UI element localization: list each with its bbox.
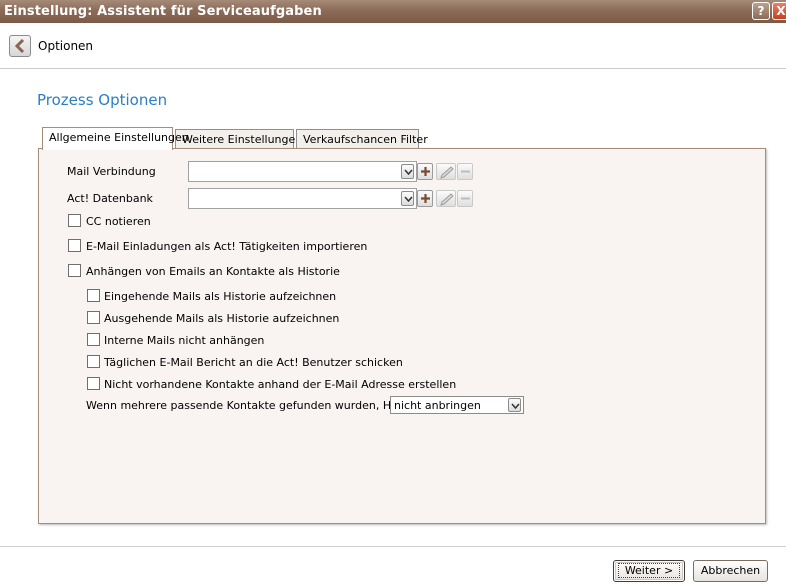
header-bar: Optionen	[0, 23, 786, 69]
mail-connection-combo[interactable]	[188, 161, 417, 182]
minus-icon	[461, 197, 470, 200]
back-button[interactable]	[9, 35, 31, 57]
title-bar: Einstellung: Assistent für Serviceaufgab…	[0, 0, 786, 23]
history-dropdown[interactable]	[508, 398, 521, 412]
database-dropdown[interactable]	[401, 191, 414, 206]
footer-bar: Weiter > Abbrechen	[0, 546, 786, 584]
incoming-mails-label: Eingehende Mails als Historie aufzeichne…	[104, 290, 337, 303]
cc-notieren-label: CC notieren	[86, 215, 151, 228]
daily-report-checkbox[interactable]	[87, 355, 100, 368]
database-combo[interactable]	[188, 188, 417, 209]
database-edit-button[interactable]	[436, 190, 456, 207]
plus-icon	[421, 167, 430, 176]
mail-connection-dropdown[interactable]	[401, 164, 414, 179]
database-remove-button[interactable]	[457, 190, 473, 207]
pencil-icon	[440, 166, 454, 179]
import-invitations-checkbox[interactable]	[68, 239, 81, 252]
outgoing-mails-label: Ausgehende Mails als Historie aufzeichne…	[104, 312, 340, 325]
create-contacts-label: Nicht vorhandene Kontakte anhand der E-M…	[104, 378, 457, 391]
next-button-label: Weiter >	[617, 563, 681, 578]
mail-edit-button[interactable]	[436, 163, 456, 180]
import-invitations-label: E-Mail Einladungen als Act! Tätigkeiten …	[86, 240, 368, 253]
tab-allgemeine-einstellungen[interactable]: Allgemeine Einstellungen	[42, 127, 189, 150]
page-title: Prozess Optionen	[37, 91, 168, 109]
internal-mails-label: Interne Mails nicht anhängen	[104, 334, 265, 347]
create-contacts-checkbox[interactable]	[87, 377, 100, 390]
tab-weitere-einstellungen[interactable]: Weitere Einstellungen	[175, 129, 302, 149]
mail-connection-label: Mail Verbindung	[67, 165, 156, 178]
chevron-left-icon	[14, 39, 25, 53]
database-label: Act! Datenbank	[67, 192, 153, 205]
outgoing-mails-checkbox[interactable]	[87, 311, 100, 324]
chevron-down-icon	[404, 169, 413, 175]
next-button[interactable]: Weiter >	[613, 560, 685, 582]
chevron-down-icon	[511, 403, 520, 409]
tab-verkaufschancen-filter[interactable]: Verkaufschancen Filter	[296, 129, 428, 149]
pencil-icon	[440, 193, 454, 206]
history-select-value: nicht anbringen	[394, 399, 481, 412]
header-label: Optionen	[38, 39, 94, 53]
plus-icon	[421, 194, 430, 203]
minus-icon	[461, 170, 470, 173]
close-button[interactable]: X	[772, 2, 786, 20]
cc-notieren-checkbox[interactable]	[68, 214, 81, 227]
cancel-button[interactable]: Abbrechen	[693, 560, 768, 582]
internal-mails-checkbox[interactable]	[87, 333, 100, 346]
question-icon: ?	[757, 4, 765, 18]
incoming-mails-checkbox[interactable]	[87, 289, 100, 302]
database-add-button[interactable]	[417, 190, 433, 207]
close-icon: X	[776, 4, 786, 18]
window-title: Einstellung: Assistent für Serviceaufgab…	[4, 4, 322, 19]
mail-add-button[interactable]	[417, 163, 433, 180]
attach-emails-checkbox[interactable]	[68, 264, 81, 277]
mail-remove-button[interactable]	[457, 163, 473, 180]
chevron-down-icon	[404, 196, 413, 202]
daily-report-label: Täglichen E-Mail Bericht an die Act! Ben…	[104, 356, 403, 369]
help-button[interactable]: ?	[752, 2, 770, 20]
history-label: Wenn mehrere passende Kontakte gefunden …	[86, 399, 426, 412]
history-select[interactable]: nicht anbringen	[390, 396, 524, 414]
attach-emails-label: Anhängen von Emails an Kontakte als Hist…	[86, 265, 340, 278]
